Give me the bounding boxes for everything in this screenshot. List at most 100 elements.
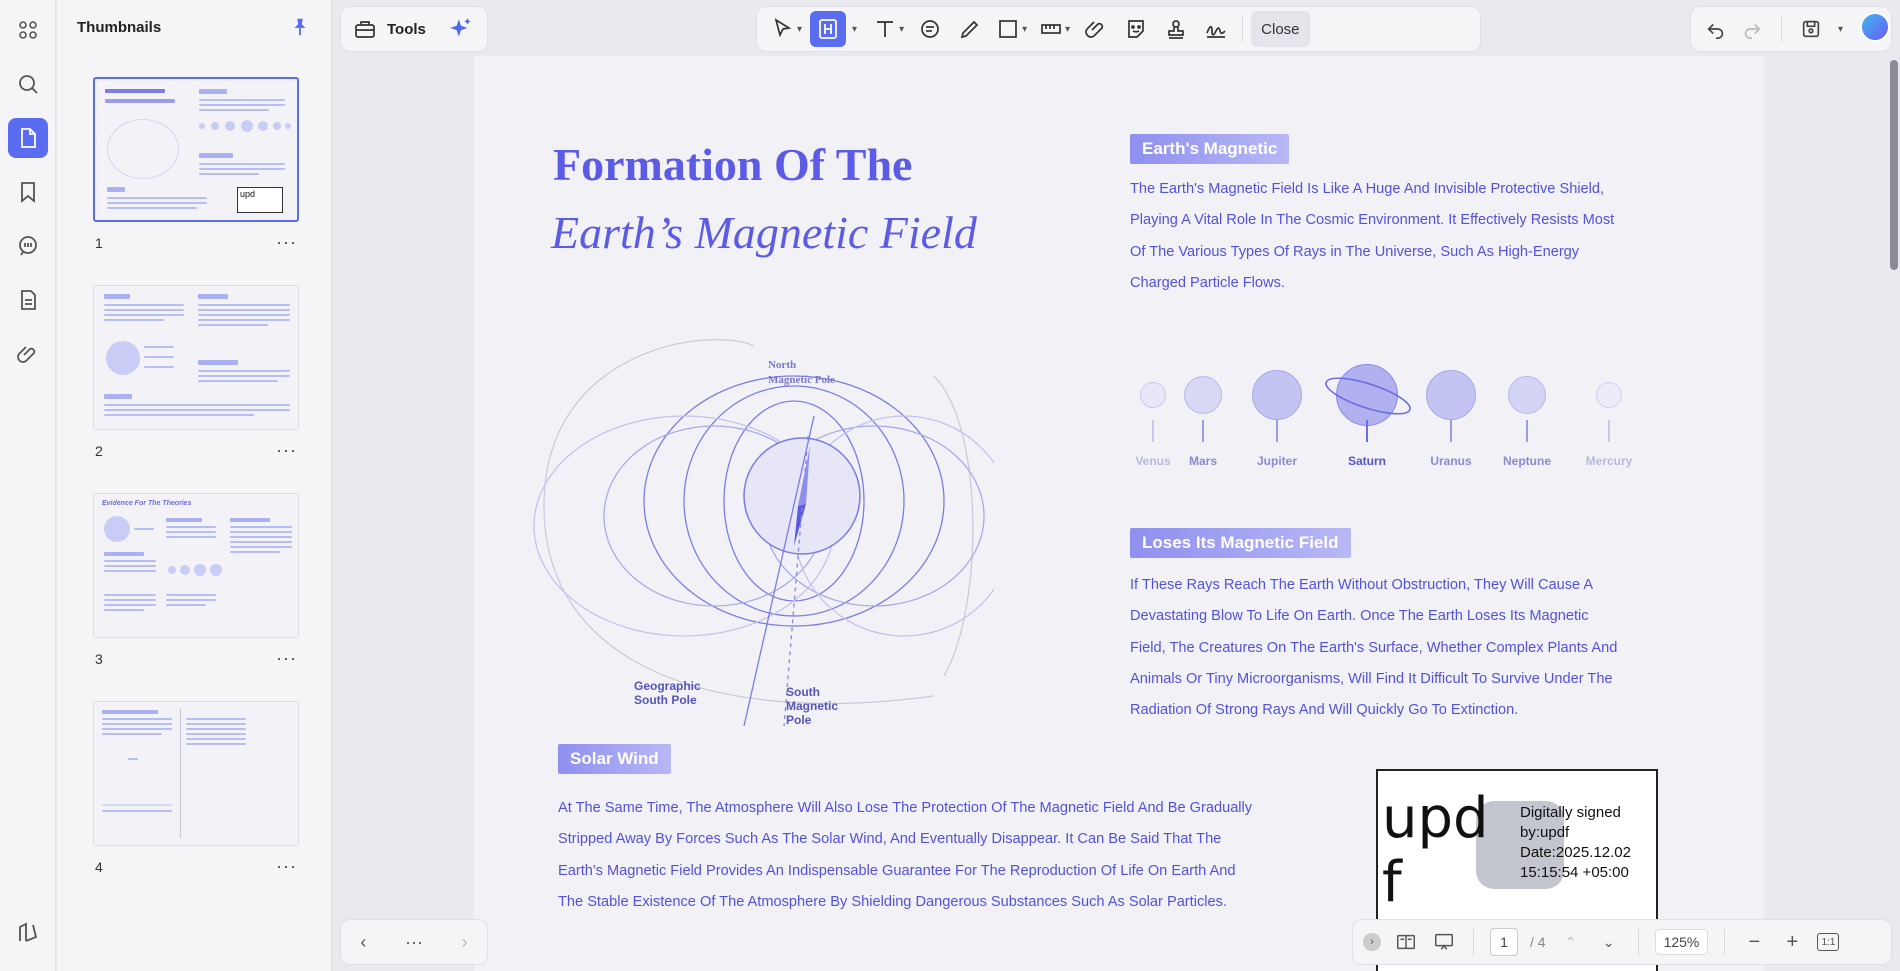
apps-grid-icon[interactable] (8, 10, 48, 50)
pencil-tool-button[interactable] (952, 11, 988, 47)
text-line: Radiation Of Strong Rays And Will Quickl… (1130, 702, 1519, 719)
planet-marker (1276, 420, 1278, 442)
page-nav-bar: ‹ ··· › (340, 919, 488, 965)
section1-paragraph: The Earth's Magnetic Field Is Like A Hug… (1130, 174, 1614, 299)
thumbnails-page-icon[interactable] (7, 118, 48, 158)
text-line: The Stable Existence Of The Atmosphere B… (558, 893, 1227, 910)
planet-marker (1450, 420, 1452, 442)
chevron-down-icon[interactable]: ⌄ (1596, 929, 1622, 955)
signature-line: by:updf (1520, 824, 1570, 841)
left-icon-rail (0, 0, 56, 971)
planet-venus (1140, 382, 1166, 408)
more-options-button[interactable]: ··· (276, 440, 297, 461)
more-options-button[interactable]: ··· (276, 856, 297, 877)
thumbnail-page-4[interactable]: 4 ··· (93, 701, 299, 877)
zoom-out-icon[interactable]: − (1741, 929, 1767, 955)
chevron-down-icon[interactable]: ▾ (1838, 24, 1843, 35)
sticker-icon (1128, 20, 1145, 38)
chevron-down-icon[interactable]: ▾ (1065, 24, 1070, 35)
collapse-arrow-icon[interactable]: › (1363, 933, 1381, 951)
zoom-level[interactable]: 125% (1654, 929, 1709, 955)
tools-toolbar: Tools (340, 6, 488, 52)
thumbnails-title: Thumbnails (77, 18, 162, 36)
user-avatar[interactable] (1860, 12, 1890, 42)
text-tool-button[interactable]: ▾ (869, 11, 908, 47)
tools-button[interactable]: Tools (387, 21, 426, 38)
redo-icon[interactable] (1741, 18, 1763, 40)
form-fields-icon[interactable] (8, 280, 48, 320)
measure-tool-button[interactable]: ▾ (1035, 11, 1074, 47)
search-icon[interactable] (8, 64, 48, 104)
comment-tool-button[interactable] (912, 11, 948, 47)
stamp-icon (1168, 20, 1185, 39)
planets-row: Venus Mars Jupiter Saturn Uranus Neptune… (1126, 346, 1656, 486)
thumbnail-signature: upd (237, 187, 283, 213)
thumbnail-signature-logo: upd (240, 189, 256, 199)
zoom-in-icon[interactable]: + (1779, 929, 1805, 955)
thumbnail-meta: 2 ··· (93, 440, 299, 461)
attach-tool-button[interactable] (1078, 11, 1114, 47)
chevron-down-icon[interactable]: ▾ (1022, 24, 1027, 35)
thumbnail-card[interactable]: upd (93, 77, 299, 222)
thumbnail-page-2[interactable]: 2 ··· (93, 285, 299, 461)
close-button[interactable]: Close (1251, 11, 1310, 47)
actual-size-icon[interactable]: 1:1 (1817, 933, 1840, 951)
section-heading-loses-magnetic-field: Loses Its Magnetic Field (1130, 528, 1351, 558)
presentation-icon[interactable] (1431, 929, 1457, 955)
scrollbar-thumb[interactable] (1890, 60, 1898, 270)
page-number: 1 (95, 234, 103, 251)
chevron-right-icon[interactable]: › (462, 932, 468, 953)
signature-tool-button[interactable] (1198, 11, 1234, 47)
chevron-up-icon[interactable]: ⌃ (1558, 929, 1584, 955)
planet-label: Mercury (1585, 454, 1633, 468)
thumbnail-meta: 3 ··· (93, 648, 299, 669)
attachment-icon[interactable] (8, 334, 48, 374)
toolbar-divider (1637, 929, 1639, 955)
undo-icon[interactable] (1705, 18, 1727, 40)
sticker-tool-button[interactable] (1118, 11, 1154, 47)
more-options-button[interactable]: ··· (276, 232, 297, 253)
bookmark-icon[interactable] (8, 172, 48, 212)
text-line: Playing A Vital Role In The Cosmic Envir… (1130, 212, 1615, 229)
text-line: Of The Various Types Of Rays in The Univ… (1130, 243, 1580, 260)
layers-sidebar-icon[interactable] (8, 913, 48, 953)
save-icon[interactable] (1800, 18, 1822, 40)
annotation-toolbar: ▾ ▾ ▾ ▾ ▾ Close (756, 6, 1481, 52)
select-tool-button[interactable]: ▾ (767, 11, 806, 47)
ai-sparkle-icon[interactable] (448, 16, 474, 42)
thumbnails-panel: Thumbnails upd 1 ··· 2 ··· Evidence For … (57, 0, 332, 971)
chevron-down-icon[interactable]: ▾ (852, 24, 857, 35)
toolbox-icon[interactable] (353, 17, 377, 41)
thumbnail-card[interactable] (93, 701, 299, 846)
chevron-left-icon[interactable]: ‹ (360, 932, 366, 953)
shape-tool-button[interactable]: ▾ (992, 11, 1031, 47)
more-options-button[interactable]: ··· (276, 648, 297, 669)
total-pages: / 4 (1530, 934, 1546, 950)
stamp-tool-button[interactable] (1158, 11, 1194, 47)
planet-neptune (1508, 376, 1546, 414)
highlight-icon (819, 19, 837, 39)
chevron-down-icon[interactable]: ▾ (899, 24, 904, 35)
thumbnail-page-3[interactable]: Evidence For The Theories 3 ··· (93, 493, 299, 669)
thumbnail-card[interactable] (93, 285, 299, 430)
chevron-down-icon[interactable]: ▾ (797, 24, 802, 35)
thumbnail-page-1[interactable]: upd 1 ··· (93, 77, 299, 253)
section-heading-solar-wind: Solar Wind (558, 744, 671, 774)
signature-logo-line2: f (1382, 850, 1402, 915)
thumbnails-header: Thumbnails (57, 0, 331, 54)
planet-label: Mars (1188, 454, 1218, 468)
magnetic-field-diagram: North Magnetic Pole Geographic South Pol… (533, 339, 994, 727)
planet-jupiter (1252, 370, 1302, 420)
reading-mode-icon[interactable] (1393, 929, 1419, 955)
south-magnetic-label-line1: South (786, 685, 820, 699)
comments-icon[interactable] (8, 226, 48, 266)
planet-label: Saturn (1347, 454, 1387, 468)
paperclip-icon (1085, 21, 1104, 38)
highlight-tool-button[interactable] (810, 11, 847, 47)
pin-icon[interactable] (289, 16, 311, 38)
cursor-arrow-icon (774, 18, 792, 38)
more-options-button[interactable]: ··· (405, 932, 423, 953)
current-page-input[interactable]: 1 (1490, 928, 1518, 956)
thumbnail-card[interactable]: Evidence For The Theories (93, 493, 299, 638)
south-magnetic-label-line3: Pole (786, 713, 812, 727)
